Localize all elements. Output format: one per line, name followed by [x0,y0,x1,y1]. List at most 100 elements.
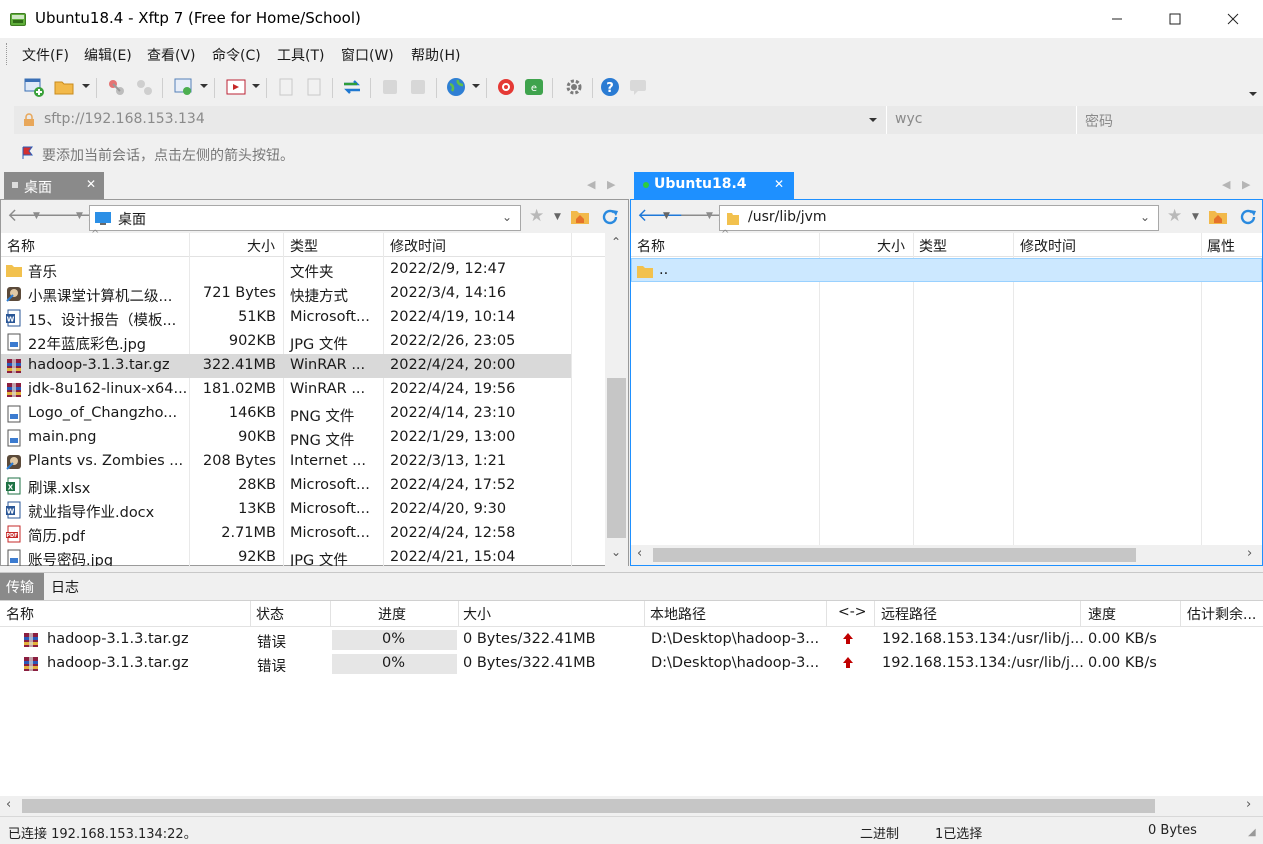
remote-path-input[interactable]: /usr/lib/jvm ⌄ [719,205,1159,231]
chat-button[interactable] [626,75,650,99]
menu-window[interactable]: 窗口(W) [341,45,394,65]
local-file-row[interactable]: 小黑课堂计算机二级... 721 Bytes 快捷方式 2022/3/4, 14:16 [1,282,571,306]
pause-button[interactable] [406,75,430,99]
password-field[interactable]: 密码 [1076,106,1263,134]
transfer-row[interactable]: hadoop-3.1.3.tar.gz 错误 0% 0 Bytes/322.41MB D… [0,628,1263,652]
column-direction[interactable]: <-> [838,604,867,620]
local-file-row[interactable]: Plants vs. Zombies ... 208 Bytes Internet … [1,450,571,474]
terminal-button[interactable] [224,75,248,99]
chevron-down-icon[interactable]: ▼ [1192,212,1199,222]
menu-help[interactable]: 帮助(H) [411,45,460,65]
chevron-down-icon[interactable]: ▼ [706,211,713,221]
chevron-down-icon[interactable]: ▼ [76,211,83,221]
menu-edit[interactable]: 编辑(E) [84,45,132,65]
close-tab-icon[interactable]: ✕ [774,177,784,191]
bookmark-star-icon[interactable]: ★ [1167,206,1182,226]
chevron-down-icon[interactable]: ▼ [33,211,40,221]
tab-local-desktop[interactable]: 桌面 ✕ [4,172,104,199]
scroll-down-icon[interactable]: ⌄ [611,545,621,559]
column-local-path[interactable]: 本地路径 [650,604,706,624]
host-dropdown-icon[interactable] [869,118,877,122]
chevron-down-icon[interactable] [82,84,90,88]
new-session-button[interactable] [22,75,46,99]
column-size[interactable]: 大小 [463,604,491,624]
local-vscrollbar[interactable]: ⌃ ⌄ [605,233,628,566]
sync-button[interactable] [340,75,364,99]
chevron-down-icon[interactable]: ⌄ [502,210,512,224]
resize-grip-icon[interactable]: ◢ [1248,827,1256,838]
column-name[interactable]: 名称 [6,604,34,624]
transfer-hscrollbar[interactable]: ‹ › [0,796,1263,816]
remote-file-row[interactable]: .. [631,258,1262,282]
tab-log[interactable]: 日志 [44,573,88,600]
disconnect-button[interactable] [132,75,156,99]
column-name[interactable]: 名称 [637,236,665,256]
toolbar-overflow-icon[interactable] [1249,92,1257,96]
stop-button[interactable] [378,75,402,99]
help-button[interactable]: ? [598,75,622,99]
scroll-thumb[interactable] [607,378,626,538]
scroll-left-icon[interactable]: ‹ [6,797,11,812]
scroll-right-icon[interactable]: › [1246,797,1251,812]
remote-hscrollbar[interactable]: ‹ › [631,545,1262,565]
scroll-thumb[interactable] [22,799,1155,813]
local-file-row[interactable]: W 15、设计报告（模板... 51KB Microsoft... 2022/4/19,… [1,306,571,330]
menu-tools[interactable]: 工具(T) [277,45,324,65]
local-path-input[interactable]: 桌面 ⌄ [89,205,521,231]
home-folder-icon[interactable] [1208,207,1228,225]
refresh-icon[interactable] [600,207,620,227]
local-file-row[interactable]: hadoop-3.1.3.tar.gz 322.41MB WinRAR ... 202… [1,354,571,378]
transfer-mode[interactable]: 二进制 [860,823,899,842]
home-folder-icon[interactable] [570,207,590,225]
tab-scroll-right-icon[interactable]: ▶ [607,178,615,191]
column-type[interactable]: 类型 [919,236,947,256]
column-modified[interactable]: 修改时间 [390,236,446,256]
tab-remote-ubuntu[interactable]: Ubuntu18.4 ✕ [634,172,794,199]
close-window-button[interactable] [1204,0,1262,38]
minimize-button[interactable] [1088,0,1146,38]
column-progress[interactable]: 进度 [378,604,406,624]
scroll-left-icon[interactable]: ‹ [637,546,642,561]
tab-scroll-left-icon[interactable]: ◀ [1222,178,1230,191]
add-session-arrow-icon[interactable] [20,145,36,161]
column-modified[interactable]: 修改时间 [1020,236,1076,256]
host-input[interactable]: sftp://192.168.153.134 [44,111,205,127]
local-file-row[interactable]: Logo_of_Changzho... 146KB PNG 文件 2022/4/14,… [1,402,571,426]
copy-button[interactable] [274,75,298,99]
local-file-row[interactable]: 22年蓝底彩色.jpg 902KB JPG 文件 2022/2/26, 23:05 [1,330,571,354]
connect-button[interactable] [104,75,128,99]
xftp-button[interactable]: e [522,75,546,99]
tab-scroll-left-icon[interactable]: ◀ [587,178,595,191]
close-tab-icon[interactable]: ✕ [86,177,96,191]
chevron-down-icon[interactable]: ▼ [663,211,670,221]
encoding-button[interactable] [444,75,468,99]
transfer-row[interactable]: hadoop-3.1.3.tar.gz 错误 0% 0 Bytes/322.41MB D… [0,652,1263,676]
local-file-row[interactable]: W 就业指导作业.docx 13KB Microsoft... 2022/4/20, 9… [1,498,571,522]
local-file-row[interactable]: jdk-8u162-linux-x64... 181.02MB WinRAR ...… [1,378,571,402]
column-status[interactable]: 状态 [256,604,284,624]
refresh-icon[interactable] [1238,207,1258,227]
column-attributes[interactable]: 属性 [1207,236,1235,256]
bookmark-star-icon[interactable]: ★ [529,206,544,226]
maximize-button[interactable] [1146,0,1204,38]
column-size[interactable]: 大小 [247,236,275,256]
tab-transfers[interactable]: 传输 [0,573,44,600]
paste-button[interactable] [302,75,326,99]
xshell-button[interactable] [494,75,518,99]
properties-button[interactable] [172,75,196,99]
column-remote-path[interactable]: 远程路径 [881,604,937,624]
menu-view[interactable]: 查看(V) [147,45,196,65]
column-size[interactable]: 大小 [877,236,905,256]
open-folder-button[interactable] [52,75,76,99]
menu-command[interactable]: 命令(C) [212,45,261,65]
local-file-row[interactable]: main.png 90KB PNG 文件 2022/1/29, 13:00 [1,426,571,450]
chevron-down-icon[interactable]: ⌄ [1140,210,1150,224]
scroll-right-icon[interactable]: › [1247,546,1252,561]
column-eta[interactable]: 估计剩余... [1187,604,1256,624]
column-type[interactable]: 类型 [290,236,318,256]
tab-scroll-right-icon[interactable]: ▶ [1242,178,1250,191]
chevron-down-icon[interactable]: ▼ [554,212,561,222]
column-name[interactable]: 名称 [7,236,35,256]
column-speed[interactable]: 速度 [1088,604,1116,624]
chevron-down-icon[interactable] [200,84,208,88]
